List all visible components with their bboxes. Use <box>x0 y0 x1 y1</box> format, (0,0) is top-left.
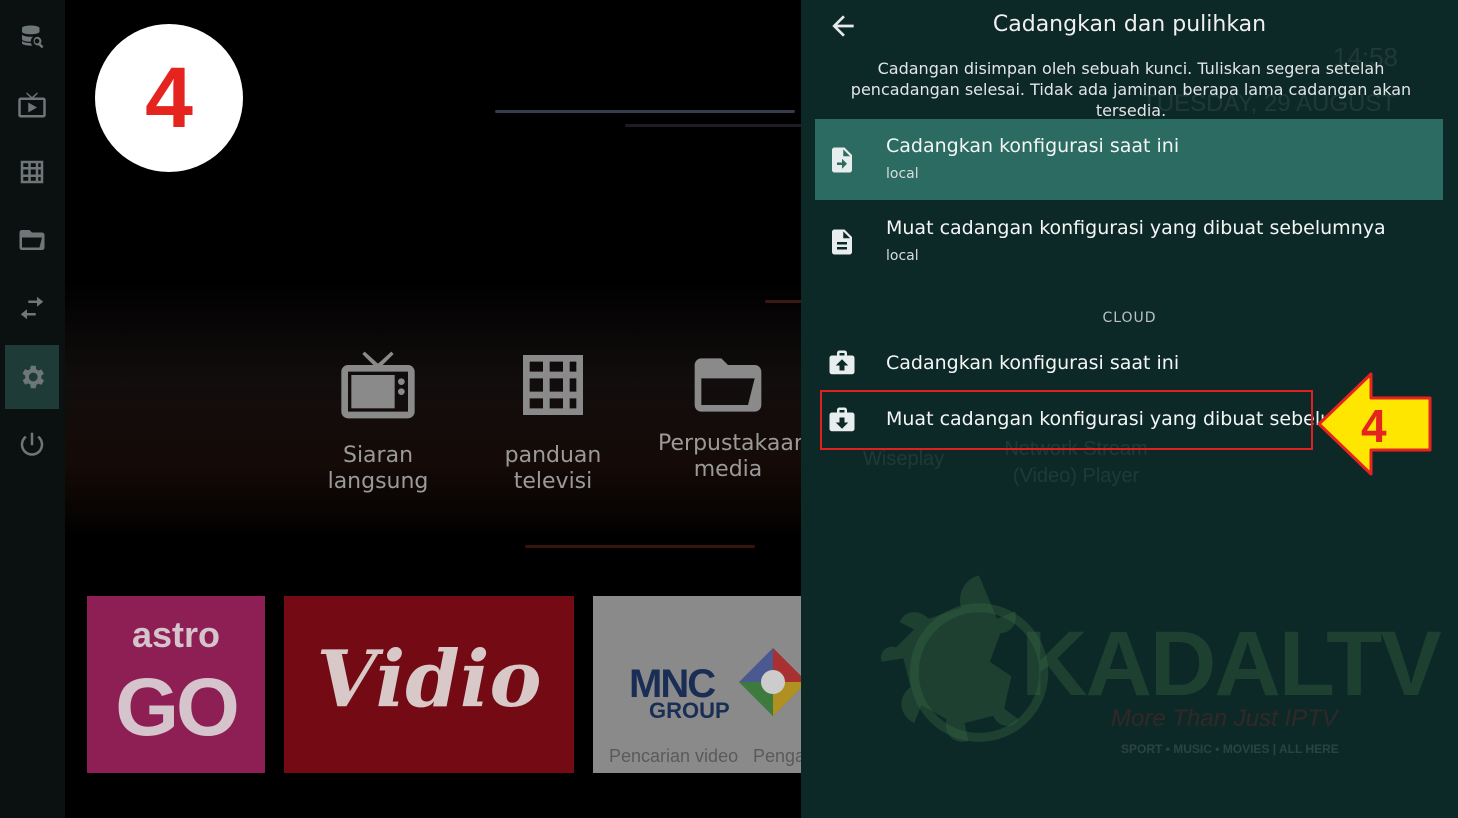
app-caption: Pencarian video <box>609 746 739 766</box>
app-logo-text: GO <box>115 662 240 753</box>
background-app-label: Wiseplay <box>863 448 945 470</box>
app-logo-text: Vidio <box>316 634 542 725</box>
item-sublabel: local <box>886 248 919 264</box>
background-streak <box>495 110 795 113</box>
transfer-icon <box>20 296 44 320</box>
sidebar-item-media[interactable] <box>5 208 59 272</box>
briefcase-upload-icon <box>829 350 855 375</box>
tv-icon <box>18 92 46 118</box>
sidebar-item-transfer[interactable] <box>5 276 59 340</box>
app-tile-vidio[interactable]: Vidio <box>284 596 574 773</box>
background-tagline: More Than Just IPTV <box>1111 705 1338 732</box>
nav-tile-label: Siaran langsung <box>327 443 429 494</box>
background-tags: SPORT • MUSIC • MOVIES | ALL HERE <box>1121 742 1339 756</box>
nav-tile-label: Perpustakaan media <box>658 431 808 482</box>
app-tile-astro-go[interactable]: astro GO <box>87 596 265 773</box>
item-label: Muat cadangan konfigurasi yang dibuat se… <box>886 217 1386 239</box>
nav-tile-guide[interactable]: panduan televisi <box>468 345 638 495</box>
briefcase-upload-icon-wrap <box>827 348 857 378</box>
callout-number: 4 <box>1361 400 1387 452</box>
highlight-box <box>820 390 1313 450</box>
callout-arrow-icon: 4 <box>1317 372 1432 476</box>
background-streak <box>625 124 815 127</box>
background-brand: KADALTV <box>1021 613 1442 715</box>
folder-icon <box>694 358 762 412</box>
sidebar-rail <box>0 0 65 818</box>
file-document-icon-wrap <box>827 227 857 257</box>
background-streak <box>525 545 755 548</box>
panel-header: Cadangkan dan pulihkan <box>801 0 1458 55</box>
app-logo-text: GROUP <box>649 698 730 723</box>
power-icon <box>20 432 44 456</box>
database-search-icon <box>22 25 44 49</box>
grid-icon <box>20 160 44 184</box>
folder-icon <box>19 230 45 250</box>
sidebar-item-search[interactable] <box>5 6 59 70</box>
sidebar-item-tv[interactable] <box>5 73 59 137</box>
tv-icon <box>341 351 415 419</box>
settings-gear-icon <box>22 365 45 389</box>
file-export-icon <box>832 147 852 173</box>
item-sublabel: local <box>886 166 919 182</box>
panel-description: Cadangan disimpan oleh sebuah kunci. Tul… <box>850 59 1412 120</box>
nav-tile-label: panduan televisi <box>504 443 602 494</box>
grid-icon <box>523 355 583 415</box>
file-document-icon <box>832 229 852 255</box>
app-logo-text: astro <box>131 614 221 655</box>
item-label: Cadangkan konfigurasi saat ini <box>886 135 1180 157</box>
nav-tile-live[interactable]: Siaran langsung <box>293 345 463 495</box>
backup-local-item[interactable]: Cadangkan konfigurasi saat ini local <box>815 119 1443 200</box>
section-header-cloud: CLOUD <box>1102 310 1157 326</box>
restore-local-item[interactable]: Muat cadangan konfigurasi yang dibuat se… <box>815 201 1443 282</box>
item-label: Cadangkan konfigurasi saat ini <box>886 352 1180 374</box>
nav-tile-media[interactable]: Perpustakaan media <box>643 345 813 483</box>
panel-title: Cadangkan dan pulihkan <box>992 12 1267 37</box>
step-number: 4 <box>145 49 193 146</box>
step-badge: 4 <box>95 24 243 172</box>
sidebar-item-settings[interactable] <box>5 345 59 409</box>
sidebar-item-power[interactable] <box>5 412 59 476</box>
sidebar-item-guide[interactable] <box>5 140 59 204</box>
file-export-icon-wrap <box>827 145 857 175</box>
